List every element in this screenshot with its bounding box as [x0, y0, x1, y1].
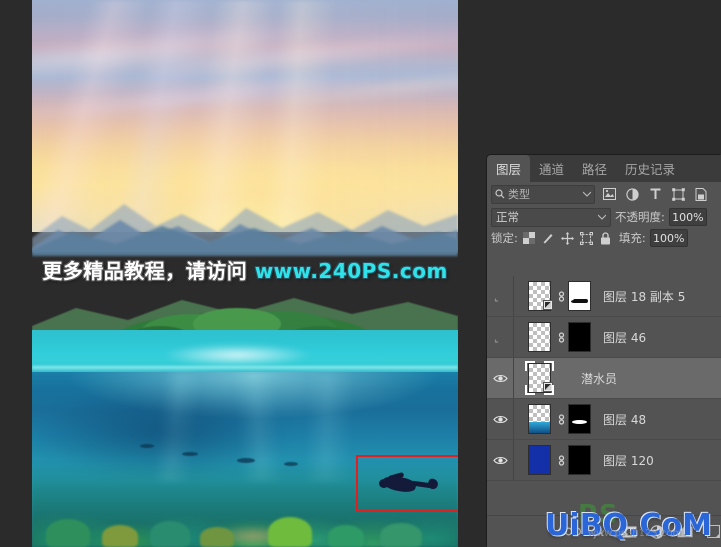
coral-clump	[46, 519, 90, 547]
opacity-value: 100%	[672, 210, 704, 224]
coral-clump	[200, 527, 234, 547]
lock-position-icon[interactable]	[560, 231, 575, 246]
layer-name[interactable]: 潜水员	[581, 370, 617, 387]
thumbnail-image	[528, 404, 551, 434]
layer-thumbnail[interactable]	[525, 279, 555, 313]
type-filter-icon[interactable]	[646, 186, 664, 202]
shape-filter-icon[interactable]	[669, 186, 687, 202]
eye-visible-icon	[492, 374, 508, 382]
pixel-filter-icon[interactable]	[600, 186, 618, 202]
visibility-toggle[interactable]	[487, 276, 514, 316]
visibility-toggle[interactable]	[487, 358, 514, 398]
tab-channels-label: 通道	[539, 162, 565, 177]
tab-paths-label: 路径	[582, 162, 608, 177]
mask-link-icon[interactable]	[555, 290, 568, 303]
thumbnail-image	[528, 322, 551, 352]
layer-mask-thumbnail[interactable]	[568, 445, 591, 475]
eye-hidden-icon	[494, 339, 498, 343]
eye-hidden-icon	[494, 298, 498, 302]
tab-layers-label: 图层	[496, 162, 522, 177]
coral-clump	[268, 517, 312, 547]
mask-link-icon[interactable]	[555, 413, 568, 426]
watermark-url-text: www.240PS.com	[254, 259, 448, 283]
visibility-toggle[interactable]	[487, 317, 514, 357]
coral-clump	[328, 525, 364, 547]
fish	[140, 444, 154, 448]
table-row[interactable]: 图层 48	[487, 399, 721, 440]
table-row[interactable]: 图层 46	[487, 317, 721, 358]
lock-transparent-icon[interactable]	[522, 231, 537, 246]
chevron-down-icon	[598, 214, 606, 220]
coral-clump	[150, 521, 190, 547]
layer-name[interactable]: 图层 18 副本 5	[603, 288, 685, 305]
smart-object-badge	[543, 382, 553, 392]
layer-thumbnail[interactable]	[525, 361, 555, 395]
layer-list[interactable]: 图层 18 副本 5 图层 46 潜水员 图层 48 图层 120	[487, 276, 721, 506]
tab-history[interactable]: 历史记录	[616, 155, 684, 182]
sun-glint	[162, 344, 312, 366]
filter-kind-select[interactable]: 类型	[491, 184, 595, 204]
visibility-toggle[interactable]	[487, 399, 514, 439]
tab-paths[interactable]: 路径	[573, 155, 616, 182]
blend-mode-value: 正常	[496, 210, 519, 224]
lock-row: 锁定: 填充: 100%	[487, 228, 721, 248]
layer-thumbnail[interactable]	[525, 320, 555, 354]
filter-kind-label: 类型	[508, 188, 530, 201]
layer-name[interactable]: 图层 120	[603, 452, 654, 469]
layer-mask-thumbnail[interactable]	[568, 404, 591, 434]
coral-clump	[380, 523, 422, 547]
site-watermark-sub: www.psah123.com	[560, 528, 710, 539]
layer-name[interactable]: 图层 48	[603, 411, 646, 428]
table-row[interactable]: 潜水员	[487, 358, 721, 399]
lock-all-icon[interactable]	[598, 231, 613, 246]
mountain-range	[32, 186, 458, 256]
panel-tab-bar: 图层 通道 路径 历史记录	[487, 155, 721, 182]
opacity-label: 不透明度:	[615, 210, 665, 224]
site-watermark: UiBQ.CoM	[536, 505, 721, 545]
layer-mask-thumbnail[interactable]	[568, 322, 591, 352]
canvas-watermark: 更多精品教程，请访问 www.240PS.com	[32, 255, 458, 284]
photoshop-window: 更多精品教程，请访问 www.240PS.com 图层 通道 路径 历史记录 类…	[0, 0, 721, 547]
selection-rectangle	[356, 455, 458, 512]
blend-mode-row: 正常 不透明度: 100%	[487, 206, 721, 228]
search-icon	[495, 189, 505, 199]
thumbnail-image	[528, 445, 551, 475]
layer-thumbnail[interactable]	[525, 402, 555, 436]
layer-name[interactable]: 图层 46	[603, 329, 646, 346]
eye-visible-icon	[492, 415, 508, 423]
fill-label: 填充:	[618, 231, 646, 245]
adjustment-filter-icon[interactable]	[623, 186, 641, 202]
tab-layers[interactable]: 图层	[487, 155, 531, 182]
visibility-toggle[interactable]	[487, 440, 514, 480]
smart-object-badge	[543, 300, 553, 310]
lock-image-icon[interactable]	[541, 231, 556, 246]
tab-channels[interactable]: 通道	[530, 155, 573, 182]
fill-input[interactable]: 100%	[649, 229, 688, 247]
lock-artboard-icon[interactable]	[579, 231, 594, 246]
mask-link-icon[interactable]	[555, 454, 568, 467]
layer-filter-bar: 类型	[487, 182, 721, 206]
layers-panel[interactable]: 图层 通道 路径 历史记录 类型 正常 不透明度: 100% 锁定: 填充: 1…	[487, 155, 721, 547]
layer-mask-thumbnail[interactable]	[568, 281, 591, 311]
tab-history-label: 历史记录	[625, 162, 676, 177]
chevron-down-icon	[583, 191, 591, 197]
opacity-input[interactable]: 100%	[668, 208, 707, 226]
mask-link-icon[interactable]	[555, 331, 568, 344]
lock-label: 锁定:	[491, 231, 518, 245]
blend-mode-select[interactable]: 正常	[491, 207, 611, 227]
coral-clump	[102, 525, 138, 547]
layer-thumbnail[interactable]	[525, 443, 555, 477]
eye-visible-icon	[492, 456, 508, 464]
foreground-hills-icon	[32, 226, 458, 256]
watermark-cn-text: 更多精品教程，请访问	[42, 259, 248, 283]
site-watermark-sub-text: www.psah123.com	[587, 528, 683, 539]
fish	[182, 452, 198, 456]
fill-value: 100%	[653, 231, 685, 245]
smart-object-filter-icon[interactable]	[692, 186, 710, 202]
table-row[interactable]: 图层 18 副本 5	[487, 276, 721, 317]
image-canvas[interactable]: 更多精品教程，请访问 www.240PS.com	[32, 0, 458, 547]
table-row[interactable]: 图层 120	[487, 440, 721, 481]
